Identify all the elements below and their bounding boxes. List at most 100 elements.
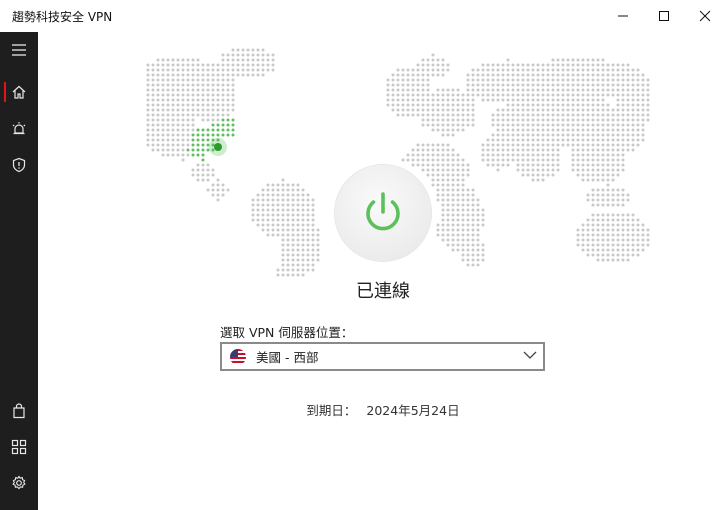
map-dot (641, 128, 645, 132)
map-dot (281, 253, 285, 257)
map-dot (271, 188, 275, 192)
map-dot (476, 248, 480, 252)
map-dot (591, 213, 595, 217)
map-dot (571, 88, 575, 92)
map-dot (476, 198, 480, 202)
sidebar-item-settings[interactable] (0, 465, 38, 501)
map-dot (476, 208, 480, 212)
close-button[interactable] (682, 0, 728, 32)
map-dot (256, 223, 260, 227)
map-dot (546, 73, 550, 77)
server-location-dropdown[interactable]: 美國 - 西部 (220, 342, 545, 371)
map-dot (426, 173, 430, 177)
map-dot (601, 148, 605, 152)
map-dot (426, 123, 430, 127)
map-dot (471, 123, 475, 127)
map-dot (551, 128, 555, 132)
map-dot (471, 208, 475, 212)
map-dot (301, 263, 305, 267)
map-dot (421, 108, 425, 112)
map-dot (471, 103, 475, 107)
map-dot (211, 128, 215, 132)
map-dot (616, 98, 620, 102)
map-dot (611, 243, 615, 247)
maximize-button[interactable] (641, 0, 687, 32)
map-dot (401, 158, 405, 162)
minimize-button[interactable] (600, 0, 646, 32)
map-dot (526, 78, 530, 82)
map-dot (631, 243, 635, 247)
menu-button[interactable] (0, 32, 38, 68)
map-dot (491, 88, 495, 92)
connect-toggle-button[interactable] (335, 165, 431, 261)
map-dot (176, 103, 180, 107)
map-dot (146, 143, 150, 147)
map-dot (586, 128, 590, 132)
shield-icon (12, 157, 26, 173)
map-dot (521, 168, 525, 172)
sidebar-item-home[interactable] (0, 74, 38, 110)
map-dot (646, 98, 650, 102)
map-dot (576, 123, 580, 127)
map-dot (406, 83, 410, 87)
map-dot (251, 208, 255, 212)
map-dot (391, 93, 395, 97)
map-dot (461, 208, 465, 212)
sidebar-item-alerts[interactable] (0, 111, 38, 147)
map-dot (551, 118, 555, 122)
map-dot (436, 113, 440, 117)
map-dot (431, 173, 435, 177)
map-dot (301, 218, 305, 222)
map-dot (201, 143, 205, 147)
map-dot (441, 233, 445, 237)
map-dot (146, 63, 150, 67)
map-dot (231, 78, 235, 82)
map-dot (586, 148, 590, 152)
map-dot (601, 193, 605, 197)
map-dot (296, 253, 300, 257)
map-dot (391, 73, 395, 77)
sidebar-item-store[interactable] (0, 393, 38, 429)
map-dot (311, 238, 315, 242)
sidebar-item-protection[interactable] (0, 147, 38, 183)
map-dot (521, 163, 525, 167)
map-dot (166, 113, 170, 117)
map-dot (556, 143, 560, 147)
map-dot (471, 203, 475, 207)
map-dot (506, 78, 510, 82)
map-dot (561, 113, 565, 117)
map-dot (286, 218, 290, 222)
map-dot (616, 238, 620, 242)
map-dot (441, 118, 445, 122)
map-dot (386, 83, 390, 87)
map-dot (581, 153, 585, 157)
map-dot (431, 163, 435, 167)
map-dot (611, 238, 615, 242)
map-dot (646, 83, 650, 87)
sidebar-item-apps[interactable] (0, 429, 38, 465)
map-dot (291, 248, 295, 252)
map-dot (611, 118, 615, 122)
map-dot (196, 68, 200, 72)
map-dot (261, 228, 265, 232)
map-dot (156, 68, 160, 72)
map-dot (616, 133, 620, 137)
map-dot (411, 163, 415, 167)
map-dot (611, 108, 615, 112)
map-dot (171, 78, 175, 82)
map-dot (621, 158, 625, 162)
map-dot (571, 118, 575, 122)
map-dot (306, 208, 310, 212)
map-dot (481, 143, 485, 147)
map-dot (441, 153, 445, 157)
map-dot (176, 83, 180, 87)
map-dot (466, 258, 470, 262)
map-dot (156, 108, 160, 112)
map-dot (166, 68, 170, 72)
map-dot (301, 223, 305, 227)
map-dot (171, 83, 175, 87)
map-dot (571, 83, 575, 87)
map-dot (621, 168, 625, 172)
map-dot (421, 63, 425, 67)
map-dot (226, 113, 230, 117)
